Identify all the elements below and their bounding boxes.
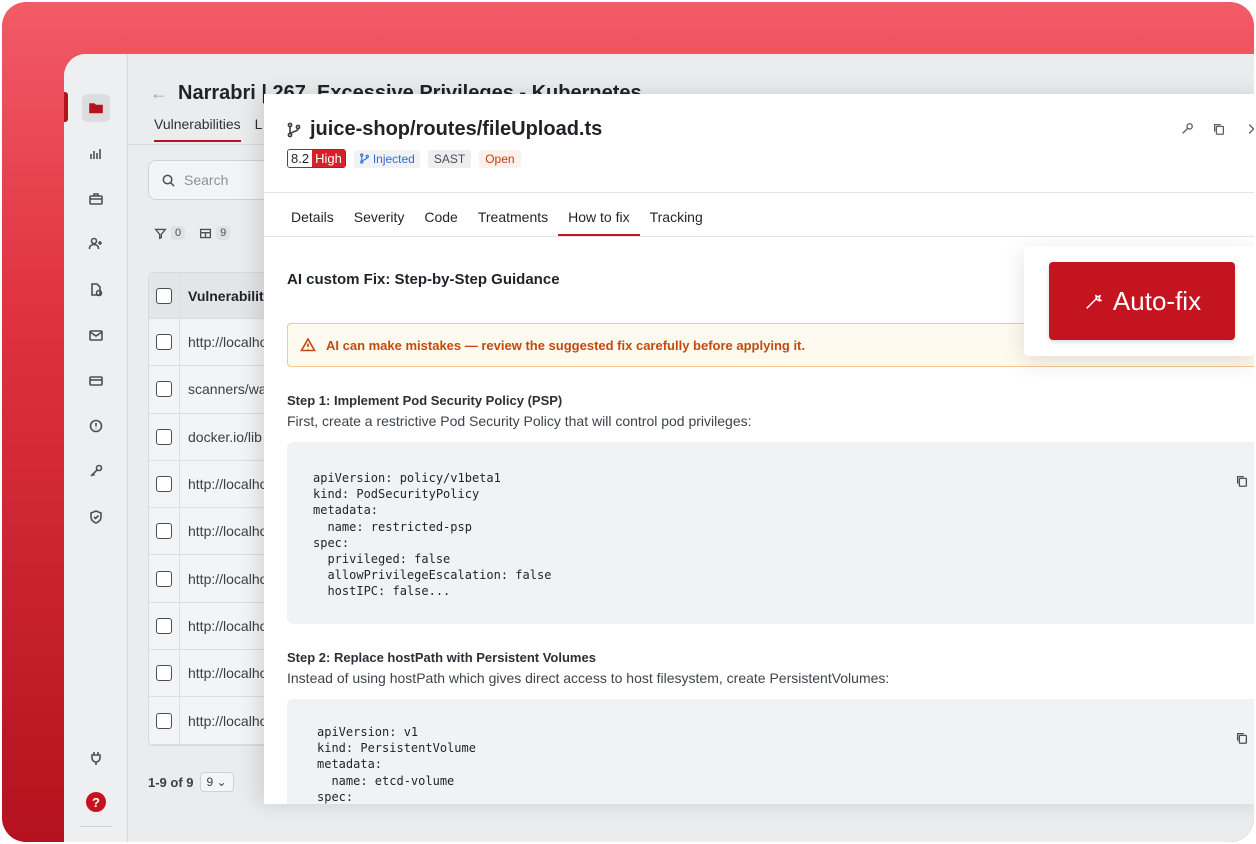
badges-row: 8.2 High Injected SAST Open <box>287 149 521 168</box>
drawer-divider <box>264 192 1254 193</box>
columns-button[interactable]: 9 <box>199 226 231 240</box>
tab-severity[interactable]: Severity <box>344 209 415 236</box>
filter-icon <box>154 228 167 239</box>
column-header-vulnerability[interactable]: Vulnerability <box>180 288 272 304</box>
step-2-description: Instead of using hostPath which gives di… <box>287 670 890 686</box>
copy-code-button[interactable] <box>1235 474 1249 493</box>
injected-label: Injected <box>372 151 415 166</box>
sidebar: ? <box>64 54 128 842</box>
card-icon[interactable] <box>82 367 110 395</box>
add-user-icon[interactable] <box>82 230 110 258</box>
tab-vulnerabilities[interactable]: Vulnerabilities <box>154 116 241 142</box>
analytics-icon[interactable] <box>82 140 110 168</box>
back-arrow-icon[interactable]: ← <box>150 83 168 104</box>
tab-tracking[interactable]: Tracking <box>640 209 713 236</box>
drawer-tabs: Details Severity Code Treatments How to … <box>291 209 713 236</box>
autofix-label: Auto-fix <box>1112 285 1202 316</box>
warning-text: AI can make mistakes — review the sugges… <box>326 337 806 353</box>
folder-icon[interactable] <box>82 94 110 122</box>
section-title: AI custom Fix: Step-by-Step Guidance <box>287 271 560 288</box>
injected-badge: Injected <box>353 149 420 168</box>
plug-icon[interactable] <box>82 744 110 772</box>
search-icon <box>162 174 175 187</box>
tab-how-to-fix[interactable]: How to fix <box>558 209 640 236</box>
row-checkbox[interactable] <box>149 508 180 555</box>
step-1-code-block: apiVersion: policy/v1beta1 kind: PodSecu… <box>287 442 1254 624</box>
pagination: 1-9 of 9 9 ⌄ <box>148 772 234 792</box>
cvss-score: 8.2 <box>288 150 313 167</box>
severity-label: High <box>312 150 345 167</box>
technique-badge: SAST <box>427 149 472 168</box>
main-tabs: Vulnerabilities L <box>154 116 262 142</box>
status-badge: Open <box>479 149 521 168</box>
drawer-actions <box>1180 122 1254 136</box>
drawer-title: juice-shop/routes/fileUpload.ts <box>286 118 602 141</box>
background-frame: ? ← Narrabri | 267. Excessive Privileges… <box>2 2 1254 842</box>
wrench-icon[interactable] <box>1180 122 1194 136</box>
filter-bar: 0 9 <box>154 226 231 240</box>
row-checkbox[interactable] <box>149 697 180 744</box>
row-checkbox[interactable] <box>149 555 180 602</box>
severity-score-badge: 8.2 High <box>287 149 346 168</box>
row-checkbox[interactable] <box>149 650 180 697</box>
autofix-button[interactable]: Auto-fix <box>1049 262 1235 340</box>
table-cell: scanners/wa <box>188 381 267 398</box>
autofix-card: Auto-fix <box>1024 246 1254 356</box>
vulnerability-drawer: juice-shop/routes/fileUpload.ts 8.2 High… <box>264 94 1254 804</box>
search-placeholder: Search <box>184 172 229 188</box>
step-1-code: apiVersion: policy/v1beta1 kind: PodSecu… <box>313 471 552 599</box>
step-1-title: Step 1: Implement Pod Security Policy (P… <box>287 393 563 408</box>
file-shield-icon[interactable] <box>82 276 110 304</box>
step-1-description: First, create a restrictive Pod Security… <box>287 413 752 429</box>
chevron-right-icon[interactable] <box>1244 122 1254 136</box>
step-2-code: apiVersion: v1 kind: PersistentVolume me… <box>317 725 476 804</box>
page-size-select[interactable]: 9 ⌄ <box>199 772 234 792</box>
mail-icon[interactable] <box>82 321 110 349</box>
copy-icon <box>1236 732 1248 744</box>
git-branch-icon <box>359 153 369 164</box>
git-branch-icon <box>287 122 301 137</box>
tabs-divider <box>264 236 1254 237</box>
copy-icon <box>1236 475 1248 487</box>
key-icon[interactable] <box>82 457 110 485</box>
alert-icon[interactable] <box>82 412 110 440</box>
wrench-icon <box>1086 294 1103 309</box>
step-2-code-block: apiVersion: v1 kind: PersistentVolume me… <box>287 699 1254 804</box>
tab-details[interactable]: Details <box>291 209 344 236</box>
filter-button[interactable]: 0 <box>154 226 186 240</box>
tab-treatments[interactable]: Treatments <box>468 209 558 236</box>
select-all-checkbox[interactable] <box>149 273 180 318</box>
sidebar-active-indicator <box>64 92 68 122</box>
copy-code-button[interactable] <box>1235 731 1249 750</box>
step-2-title: Step 2: Replace hostPath with Persistent… <box>287 650 596 665</box>
row-checkbox[interactable] <box>149 602 180 650</box>
row-checkbox[interactable] <box>149 460 180 508</box>
row-checkbox[interactable] <box>149 366 180 413</box>
filter-count: 0 <box>171 226 186 240</box>
tab-code[interactable]: Code <box>414 209 467 236</box>
pagination-range: 1-9 of 9 <box>148 774 194 790</box>
warning-icon <box>300 337 316 352</box>
shield-icon[interactable] <box>82 503 110 531</box>
sidebar-divider <box>80 826 112 827</box>
columns-icon <box>200 228 212 238</box>
row-checkbox[interactable] <box>149 319 180 366</box>
columns-count: 9 <box>216 226 231 240</box>
file-path-title: juice-shop/routes/fileUpload.ts <box>310 118 603 140</box>
help-icon[interactable]: ? <box>86 792 106 812</box>
briefcase-icon[interactable] <box>82 185 110 213</box>
row-checkbox[interactable] <box>149 413 180 460</box>
copy-icon[interactable] <box>1212 122 1226 136</box>
tab-second[interactable]: L <box>255 116 263 142</box>
table-cell: docker.io/lib <box>188 428 262 445</box>
